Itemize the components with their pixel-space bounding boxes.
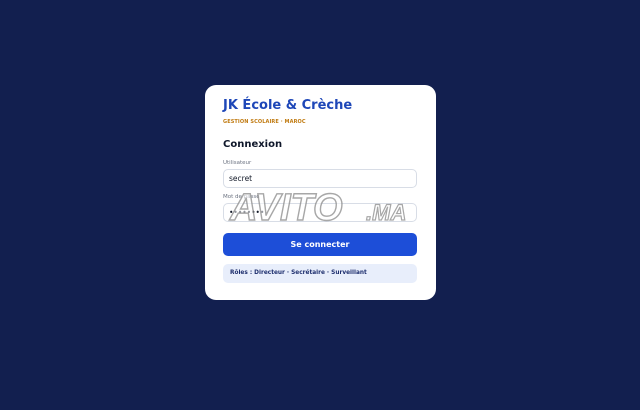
app-title: JK École & Crèche <box>223 98 353 113</box>
login-button[interactable]: Se connecter <box>223 233 417 256</box>
username-label: Utilisateur <box>223 160 252 166</box>
roles-note: Rôles : Directeur · Secrétaire · Surveil… <box>223 264 417 283</box>
app-subtitle: GESTION SCOLAIRE · MAROC <box>223 119 306 125</box>
username-input[interactable] <box>223 169 417 188</box>
password-label: Mot de passe <box>223 194 260 200</box>
password-input[interactable] <box>223 203 417 222</box>
login-heading: Connexion <box>223 139 283 150</box>
